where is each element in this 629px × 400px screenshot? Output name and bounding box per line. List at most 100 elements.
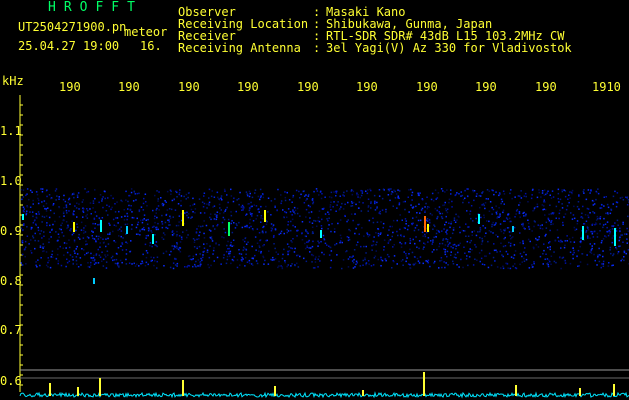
noise-speck (211, 190, 213, 192)
noise-speck (429, 212, 432, 215)
noise-speck (134, 265, 137, 267)
noise-speck (29, 211, 31, 213)
noise-speck (451, 200, 453, 203)
noise-speck (382, 226, 384, 229)
noise-speck (507, 214, 509, 216)
noise-speck (231, 245, 233, 247)
noise-speck (207, 263, 209, 266)
noise-speck (35, 213, 37, 215)
noise-speck (294, 247, 296, 250)
noise-speck (32, 235, 34, 237)
noise-speck (527, 219, 529, 221)
noise-speck (51, 253, 53, 256)
noise-speck (32, 222, 35, 224)
noise-speck (49, 231, 51, 233)
noise-speck (352, 267, 355, 269)
noise-speck (358, 223, 361, 226)
noise-speck (468, 256, 471, 258)
noise-speck (251, 213, 253, 215)
noise-speck (221, 199, 223, 201)
noise-speck (75, 248, 77, 250)
noise-speck (502, 190, 505, 192)
noise-speck (178, 235, 181, 237)
noise-speck (141, 260, 143, 263)
noise-speck (475, 195, 478, 197)
noise-speck (266, 221, 268, 223)
noise-speck (273, 243, 275, 245)
noise-speck (261, 231, 264, 234)
noise-speck (622, 199, 625, 201)
noise-speck (30, 250, 32, 252)
noise-speck (233, 222, 235, 224)
noise-speck (443, 204, 446, 206)
noise-speck (149, 244, 151, 247)
noise-speck (444, 253, 447, 256)
noise-speck (541, 190, 544, 192)
noise-speck (606, 203, 609, 206)
noise-speck (206, 207, 208, 209)
noise-speck (158, 191, 160, 193)
noise-speck (168, 221, 170, 223)
noise-speck (532, 266, 534, 268)
noise-speck (310, 211, 313, 213)
noise-speck (442, 204, 444, 207)
noise-speck (403, 235, 405, 238)
noise-speck (363, 235, 365, 237)
noise-speck (292, 194, 295, 197)
noise-speck (523, 227, 525, 229)
noise-speck (78, 233, 80, 236)
noise-speck (152, 209, 154, 212)
noise-speck (128, 204, 130, 207)
noise-speck (341, 267, 343, 270)
noise-speck (390, 193, 393, 195)
noise-speck (243, 207, 245, 209)
signal-baseline (19, 372, 629, 399)
noise-speck (449, 226, 451, 229)
noise-speck (73, 250, 76, 252)
noise-speck (557, 192, 560, 195)
noise-speck (215, 218, 218, 221)
noise-speck (311, 231, 314, 233)
noise-speck (453, 219, 456, 221)
noise-speck (509, 217, 511, 220)
noise-speck (218, 203, 221, 206)
noise-speck (202, 206, 205, 208)
noise-speck (311, 226, 314, 228)
noise-speck (318, 255, 320, 258)
noise-speck (166, 190, 169, 193)
noise-speck (451, 206, 453, 208)
noise-speck (416, 224, 418, 227)
noise-speck (581, 217, 584, 219)
noise-speck (419, 192, 421, 194)
noise-speck (75, 207, 78, 209)
noise-speck (625, 233, 628, 235)
noise-speck (72, 212, 74, 214)
noise-speck (213, 247, 215, 249)
noise-speck (491, 225, 493, 228)
noise-speck (71, 256, 74, 258)
noise-speck (542, 253, 544, 255)
noise-speck (143, 197, 145, 200)
noise-speck (480, 243, 483, 245)
noise-speck (456, 264, 458, 266)
noise-speck (502, 211, 504, 214)
noise-speck (212, 225, 214, 227)
noise-speck (71, 220, 73, 222)
noise-speck (392, 246, 394, 248)
noise-speck (242, 258, 244, 260)
noise-speck (568, 201, 570, 204)
noise-speck (290, 247, 292, 249)
noise-speck (418, 240, 421, 242)
noise-speck (153, 225, 155, 228)
noise-speck (328, 196, 331, 198)
noise-speck (373, 194, 376, 197)
noise-speck (587, 216, 590, 219)
noise-speck (91, 230, 93, 232)
noise-speck (117, 262, 119, 264)
noise-speck (388, 229, 390, 231)
noise-speck (165, 226, 167, 229)
noise-speck (495, 234, 497, 236)
noise-speck (35, 261, 37, 263)
noise-speck (543, 189, 546, 191)
noise-speck (79, 257, 82, 259)
